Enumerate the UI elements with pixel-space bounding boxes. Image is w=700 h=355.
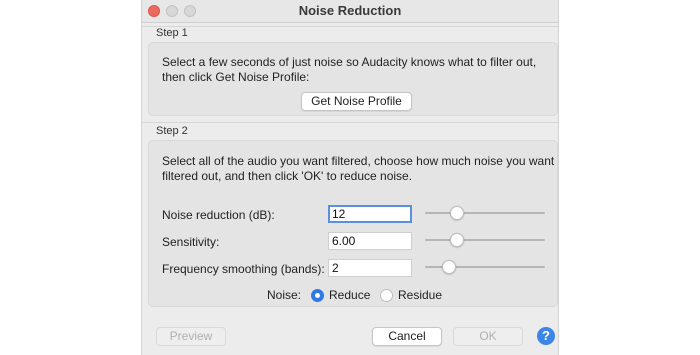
frequency-smoothing-label: Frequency smoothing (bands): <box>162 262 325 276</box>
help-icon[interactable]: ? <box>537 327 555 345</box>
slider-track <box>425 212 545 214</box>
title-bar: Noise Reduction <box>142 0 558 23</box>
preview-button[interactable]: Preview <box>156 327 226 346</box>
noise-reduction-dialog: Noise Reduction Step 1 Select a few seco… <box>141 0 559 355</box>
noise-reduction-input[interactable]: 12 <box>328 205 412 223</box>
step1-panel: Select a few seconds of just noise so Au… <box>148 42 558 116</box>
frequency-smoothing-slider[interactable] <box>425 260 545 274</box>
noise-mode-label: Noise: <box>267 288 302 302</box>
slider-knob[interactable] <box>450 206 465 220</box>
reduce-radio-label[interactable]: Reduce <box>329 288 370 302</box>
cancel-button[interactable]: Cancel <box>372 327 442 346</box>
ok-button[interactable]: OK <box>453 327 523 346</box>
slider-knob[interactable] <box>442 260 456 274</box>
step2-label: Step 2 <box>156 125 188 137</box>
sensitivity-input[interactable]: 6.00 <box>328 232 412 250</box>
step1-label: Step 1 <box>156 27 188 39</box>
frequency-smoothing-input[interactable]: 2 <box>328 259 412 277</box>
get-noise-profile-button[interactable]: Get Noise Profile <box>301 92 412 111</box>
step1-divider <box>142 26 558 27</box>
step2-divider <box>142 122 558 123</box>
step1-instructions-line2: then click Get Noise Profile: <box>162 70 310 84</box>
step2-instructions-line2: filtered out, and then click 'OK' to red… <box>162 169 413 183</box>
slider-track <box>425 239 545 241</box>
step2-panel: Select all of the audio you want filtere… <box>148 140 558 307</box>
sensitivity-label: Sensitivity: <box>162 235 220 249</box>
noise-reduction-slider[interactable] <box>425 206 545 220</box>
reduce-radio[interactable] <box>311 289 324 302</box>
residue-radio-label[interactable]: Residue <box>398 288 442 302</box>
noise-reduction-label: Noise reduction (dB): <box>162 208 275 222</box>
sensitivity-slider[interactable] <box>425 233 545 247</box>
window-title: Noise Reduction <box>298 3 402 18</box>
residue-radio[interactable] <box>380 289 393 302</box>
slider-knob[interactable] <box>450 233 465 247</box>
